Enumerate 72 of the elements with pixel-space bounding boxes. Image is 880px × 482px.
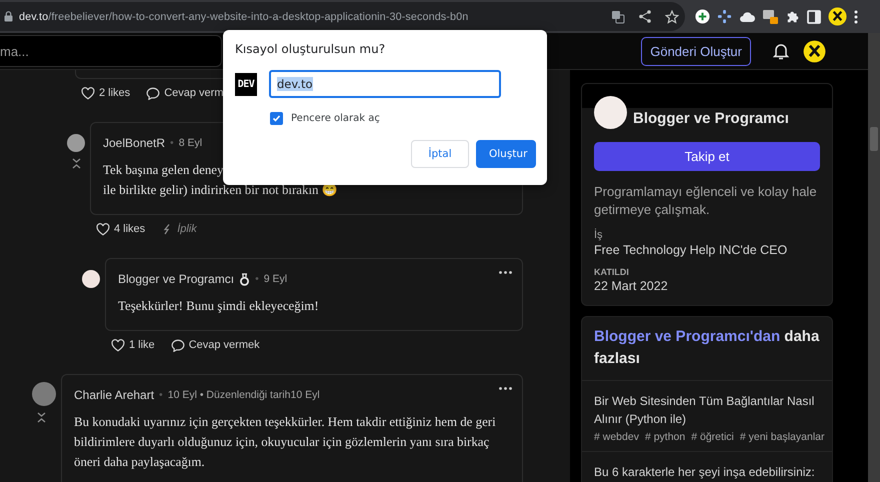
heart-icon xyxy=(81,86,95,100)
check-icon xyxy=(272,114,281,123)
article-link[interactable]: Bir Web Sitesinden Tüm Bağlantılar Nasıl Alınır (Python ile) xyxy=(594,392,820,428)
work-label: İş xyxy=(594,229,604,241)
author-name[interactable]: JoelBonetR xyxy=(103,136,166,150)
heart-icon xyxy=(96,222,110,236)
comment-text: Bu konudaki uyarınız için gerçekten teşekkürler. Hem takdir ettiğiniz hem de geri bildirimlere duyarlı olduğunuz için, okuyucular için gözlemlerin yanı sıra birkaç öneri daha paylaşacağım. xyxy=(74,414,497,471)
notification-bell-icon[interactable] xyxy=(773,42,789,60)
separator-dot: • xyxy=(255,273,259,285)
like-button[interactable]: 4 likes xyxy=(96,222,146,236)
cloud-icon[interactable] xyxy=(739,10,755,22)
collapse-icon[interactable] xyxy=(37,412,46,423)
url-text: dev.to/freebeliever/how-to-convert-any-website-into-a-desktop-applicationin-30-seconds-b0n xyxy=(19,10,470,22)
extension-icon[interactable] xyxy=(717,9,732,24)
tag-link[interactable]: # yeni başlayanlar xyxy=(740,431,824,443)
search-field[interactable]: ma... xyxy=(0,35,222,67)
comment-text: Teşekkürler! Bunu şimdi ekleyeceğim! xyxy=(118,298,320,315)
side-panel-icon[interactable] xyxy=(807,10,821,24)
create-button[interactable]: Oluştur xyxy=(476,140,536,168)
reply-button[interactable]: Cevap verm xyxy=(146,86,224,100)
translate-icon[interactable] xyxy=(611,10,625,24)
more-icon[interactable] xyxy=(499,387,512,390)
like-button[interactable]: 1 like xyxy=(111,338,155,352)
site-logo: DEV xyxy=(235,72,257,96)
avatar[interactable] xyxy=(67,134,85,152)
menu-icon[interactable] xyxy=(854,10,858,24)
extension-badge-icon[interactable] xyxy=(762,8,779,25)
more-from-heading: Blogger ve Programcı'dan daha fazlası xyxy=(582,317,832,381)
article-link[interactable]: Bu 6 karakterle her şeyi inşa edebilirsiniz: xyxy=(594,463,820,481)
star-icon[interactable] xyxy=(665,10,679,24)
name-input-field[interactable]: dev.to xyxy=(269,70,501,98)
tag-link[interactable]: # webdev xyxy=(594,431,639,443)
comment-date[interactable]: 9 Eyl xyxy=(264,273,288,285)
tag-link[interactable]: # python xyxy=(644,431,686,443)
comment-date[interactable]: 10 Eyl • Düzenlendiği tarih10 Eyl xyxy=(168,389,320,401)
heart-icon xyxy=(111,338,125,352)
joined-date: 22 Mart 2022 xyxy=(594,279,669,293)
scrollbar-thumb[interactable] xyxy=(870,127,878,151)
joined-label: KATILDI xyxy=(594,267,630,277)
scrollbar[interactable] xyxy=(868,33,880,482)
cancel-button[interactable]: İptal xyxy=(411,140,469,168)
comment-date[interactable]: 8 Eyl xyxy=(178,137,202,149)
work-value: Free Technology Help INC'de CEO xyxy=(594,243,788,257)
separator-dot: • xyxy=(159,389,163,401)
lock-icon xyxy=(4,11,13,22)
address-bar[interactable]: dev.to/freebeliever/how-to-convert-any-website-into-a-desktop-applicationin-30-seconds-b0n xyxy=(0,2,685,31)
avatar[interactable] xyxy=(82,270,100,288)
author-name[interactable]: Charlie Arehart xyxy=(74,388,154,402)
profile-bio: Programlamayı eğlenceli ve kolay hale getirmeye çalışmak. xyxy=(594,183,818,219)
plus-icon[interactable] xyxy=(695,9,710,24)
profile-name[interactable]: Blogger ve Programcı xyxy=(633,110,789,127)
author-link[interactable]: Blogger ve Programcı'dan xyxy=(594,328,780,345)
profile-avatar-icon[interactable] xyxy=(803,40,826,62)
author-name[interactable]: Blogger ve Programcı xyxy=(118,272,234,286)
profile-avatar-icon[interactable] xyxy=(828,7,847,26)
avatar[interactable] xyxy=(594,96,627,129)
comment-icon xyxy=(146,86,160,100)
dialog-title: Kısayol oluşturulsun mu? xyxy=(235,42,386,56)
comment-icon xyxy=(170,338,185,352)
checkbox-label[interactable]: Pencere olarak aç xyxy=(291,113,380,124)
create-post-button[interactable]: Gönderi Oluştur xyxy=(641,36,751,66)
tag-link[interactable]: # öğretici xyxy=(691,431,734,443)
like-button[interactable]: 2 likes xyxy=(81,86,130,100)
follow-button[interactable]: Takip et xyxy=(594,142,820,171)
reply-button[interactable]: Cevap vermek xyxy=(170,338,260,352)
more-icon[interactable] xyxy=(499,271,512,274)
separator-dot: • xyxy=(170,137,174,149)
thread-link[interactable]: İplik xyxy=(161,223,197,235)
collapse-icon[interactable] xyxy=(72,158,81,169)
checkbox[interactable] xyxy=(270,112,283,125)
share-icon[interactable] xyxy=(639,10,651,23)
puzzle-icon[interactable] xyxy=(786,10,800,24)
